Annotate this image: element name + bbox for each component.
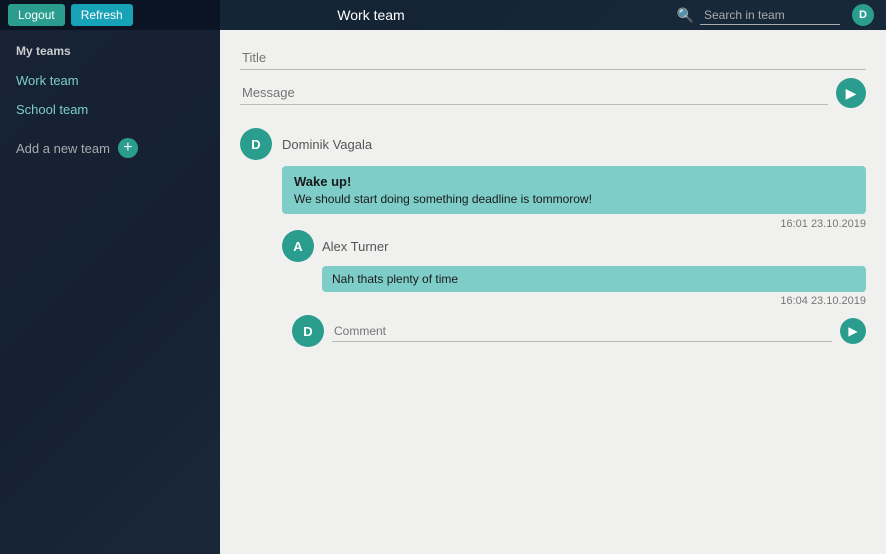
post-card: D Dominik Vagala Wake up! We should star… <box>240 128 866 347</box>
new-post-form: ▶ <box>240 46 866 108</box>
reply-timestamp: 16:04 23.10.2019 <box>322 295 866 307</box>
post-header: D Dominik Vagala <box>240 128 866 160</box>
sidebar-item-work-team[interactable]: Work team <box>0 66 220 95</box>
post-message: We should start doing something deadline… <box>294 192 854 206</box>
new-post-send-button[interactable]: ▶ <box>836 78 866 108</box>
comment-send-button[interactable]: ▶ <box>840 318 866 344</box>
add-team-plus-icon: + <box>118 138 138 158</box>
sidebar-item-school-team[interactable]: School team <box>0 95 220 124</box>
user-avatar-top: D <box>852 4 874 26</box>
content-area: ▶ D Dominik Vagala Wake up! We should st… <box>220 30 886 554</box>
comment-row: D ▶ <box>292 315 866 347</box>
search-area: 🔍 <box>562 6 840 25</box>
comment-send-icon: ▶ <box>848 324 857 338</box>
post-author: Dominik Vagala <box>282 137 372 152</box>
avatar: D <box>240 128 272 160</box>
send-icon: ▶ <box>846 85 857 102</box>
add-team-label: Add a new team <box>16 141 110 156</box>
reply-message: Nah thats plenty of time <box>332 272 856 286</box>
new-post-row: ▶ <box>240 78 866 108</box>
reply-avatar: A <box>282 230 314 262</box>
search-icon: 🔍 <box>677 7 694 24</box>
reply-card: A Alex Turner Nah thats plenty of time 1… <box>282 230 866 307</box>
new-post-title-input[interactable] <box>240 46 866 70</box>
sidebar: Logout Refresh My teams Work team School… <box>0 0 220 554</box>
refresh-button[interactable]: Refresh <box>71 4 133 26</box>
post-body: Wake up! We should start doing something… <box>282 166 866 214</box>
add-team-button[interactable]: Add a new team + <box>0 128 220 168</box>
comment-input[interactable] <box>332 321 832 342</box>
page-title: Work team <box>232 7 510 23</box>
logout-button[interactable]: Logout <box>8 4 65 26</box>
comment-avatar: D <box>292 315 324 347</box>
topbar: Work team 🔍 D <box>220 0 886 30</box>
my-teams-label: My teams <box>0 30 220 66</box>
sidebar-header: Logout Refresh <box>0 0 220 30</box>
reply-header: A Alex Turner <box>282 230 866 262</box>
search-input[interactable] <box>700 6 840 25</box>
reply-author: Alex Turner <box>322 239 388 254</box>
new-post-message-input[interactable] <box>240 81 828 105</box>
main-panel: Work team 🔍 D ▶ D Dominik Vagala Wa <box>220 0 886 554</box>
reply-body: Nah thats plenty of time <box>322 266 866 292</box>
post-timestamp: 16:01 23.10.2019 <box>282 218 866 230</box>
post-title: Wake up! <box>294 174 854 189</box>
